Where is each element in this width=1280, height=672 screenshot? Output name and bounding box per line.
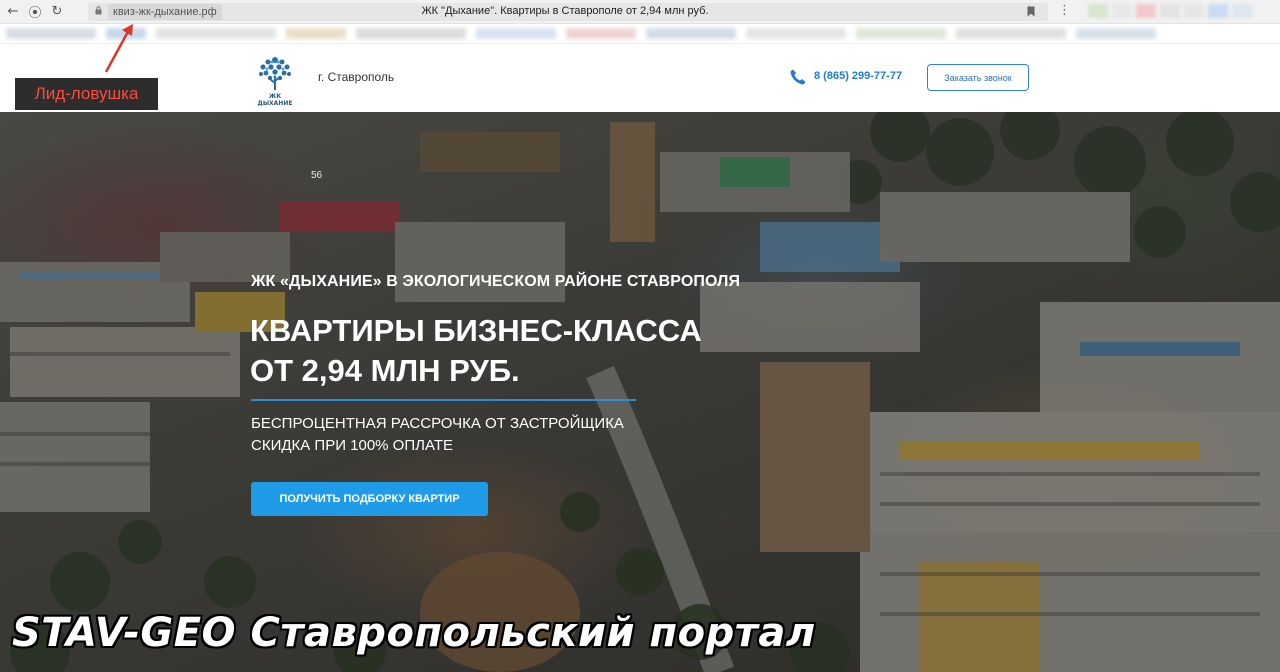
- bookmark-item[interactable]: [566, 28, 636, 39]
- offer-line: СКИДКА ПРИ 100% ОПЛАТЕ: [251, 437, 453, 454]
- reader-icon[interactable]: ⦿: [24, 1, 46, 23]
- lock-icon: [95, 6, 102, 15]
- city-label: г. Ставрополь: [318, 70, 395, 84]
- extension-icon[interactable]: [1208, 4, 1228, 18]
- logo-caption-line: ЖК: [268, 93, 282, 100]
- request-call-button[interactable]: Заказать звонок: [927, 64, 1029, 91]
- hero-overlay: [0, 112, 1280, 672]
- site-header: ЖК ДЫХАНИЕ г. Ставрополь 8 (865) 299-77-…: [0, 44, 1280, 112]
- logo-caption: ЖК ДЫХАНИЕ: [248, 93, 302, 107]
- extension-icon[interactable]: [1232, 4, 1252, 18]
- phone-icon: [790, 69, 806, 85]
- page-title: ЖК "Дыхание". Квартиры в Ставрополе от 2…: [421, 5, 709, 17]
- extension-icon[interactable]: [1088, 4, 1108, 18]
- offer-line: БЕСПРОЦЕНТНАЯ РАССРОЧКА ОТ ЗАСТРОЙЩИКА: [251, 415, 624, 432]
- bookmark-item[interactable]: [286, 28, 346, 39]
- phone-link[interactable]: 8 (865) 299-77-77: [814, 70, 902, 82]
- bookmark-item[interactable]: [356, 28, 466, 39]
- bookmark-item[interactable]: [956, 28, 1066, 39]
- bookmarks-bar: [0, 24, 1280, 44]
- browser-toolbar: ← ⦿ ↻ квиз-жк-дыхание.рф ЖК "Дыхание". К…: [0, 0, 1280, 24]
- extension-icon[interactable]: [1136, 4, 1156, 18]
- hero-offer: БЕСПРОЦЕНТНАЯ РАССРОЧКА ОТ ЗАСТРОЙЩИКА С…: [251, 413, 624, 457]
- back-icon[interactable]: ←: [2, 1, 24, 23]
- more-menu-icon[interactable]: ⋮: [1058, 3, 1071, 18]
- reload-icon[interactable]: ↻: [46, 1, 68, 23]
- extension-icon[interactable]: [1112, 4, 1132, 18]
- hero-title-line: ОТ 2,94 МЛН РУБ.: [250, 353, 520, 388]
- hero-title: КВАРТИРЫ БИЗНЕС-КЛАССА ОТ 2,94 МЛН РУБ.: [250, 311, 770, 391]
- extensions-area: [1088, 4, 1278, 20]
- bookmark-item[interactable]: [6, 28, 96, 39]
- logo-caption-line: ДЫХАНИЕ: [257, 100, 293, 107]
- get-apartments-button[interactable]: ПОЛУЧИТЬ ПОДБОРКУ КВАРТИР: [251, 482, 488, 516]
- extension-icon[interactable]: [1160, 4, 1180, 18]
- bookmark-icon[interactable]: [1027, 6, 1035, 17]
- extension-icon[interactable]: [1184, 4, 1204, 18]
- map-marker-label: 56: [311, 170, 323, 181]
- bookmark-item[interactable]: [156, 28, 276, 39]
- bookmark-item[interactable]: [746, 28, 846, 39]
- annotation-arrow-icon: [104, 24, 133, 73]
- watermark-text: STAV-GEO Ставропольский портал: [12, 610, 816, 656]
- url-text[interactable]: квиз-жк-дыхание.рф: [108, 4, 222, 20]
- bookmark-item[interactable]: [476, 28, 556, 39]
- annotation-label: Лид-ловушка: [15, 78, 158, 110]
- bookmark-item[interactable]: [1076, 28, 1156, 39]
- bookmark-item[interactable]: [856, 28, 946, 39]
- bookmark-item[interactable]: [646, 28, 736, 39]
- hero-divider: [251, 399, 636, 401]
- hero-section: [0, 112, 1280, 672]
- hero-subtitle: ЖК «ДЫХАНИЕ» В ЭКОЛОГИЧЕСКОМ РАЙОНЕ СТАВ…: [251, 273, 741, 290]
- hero-title-line: КВАРТИРЫ БИЗНЕС-КЛАССА: [250, 313, 702, 348]
